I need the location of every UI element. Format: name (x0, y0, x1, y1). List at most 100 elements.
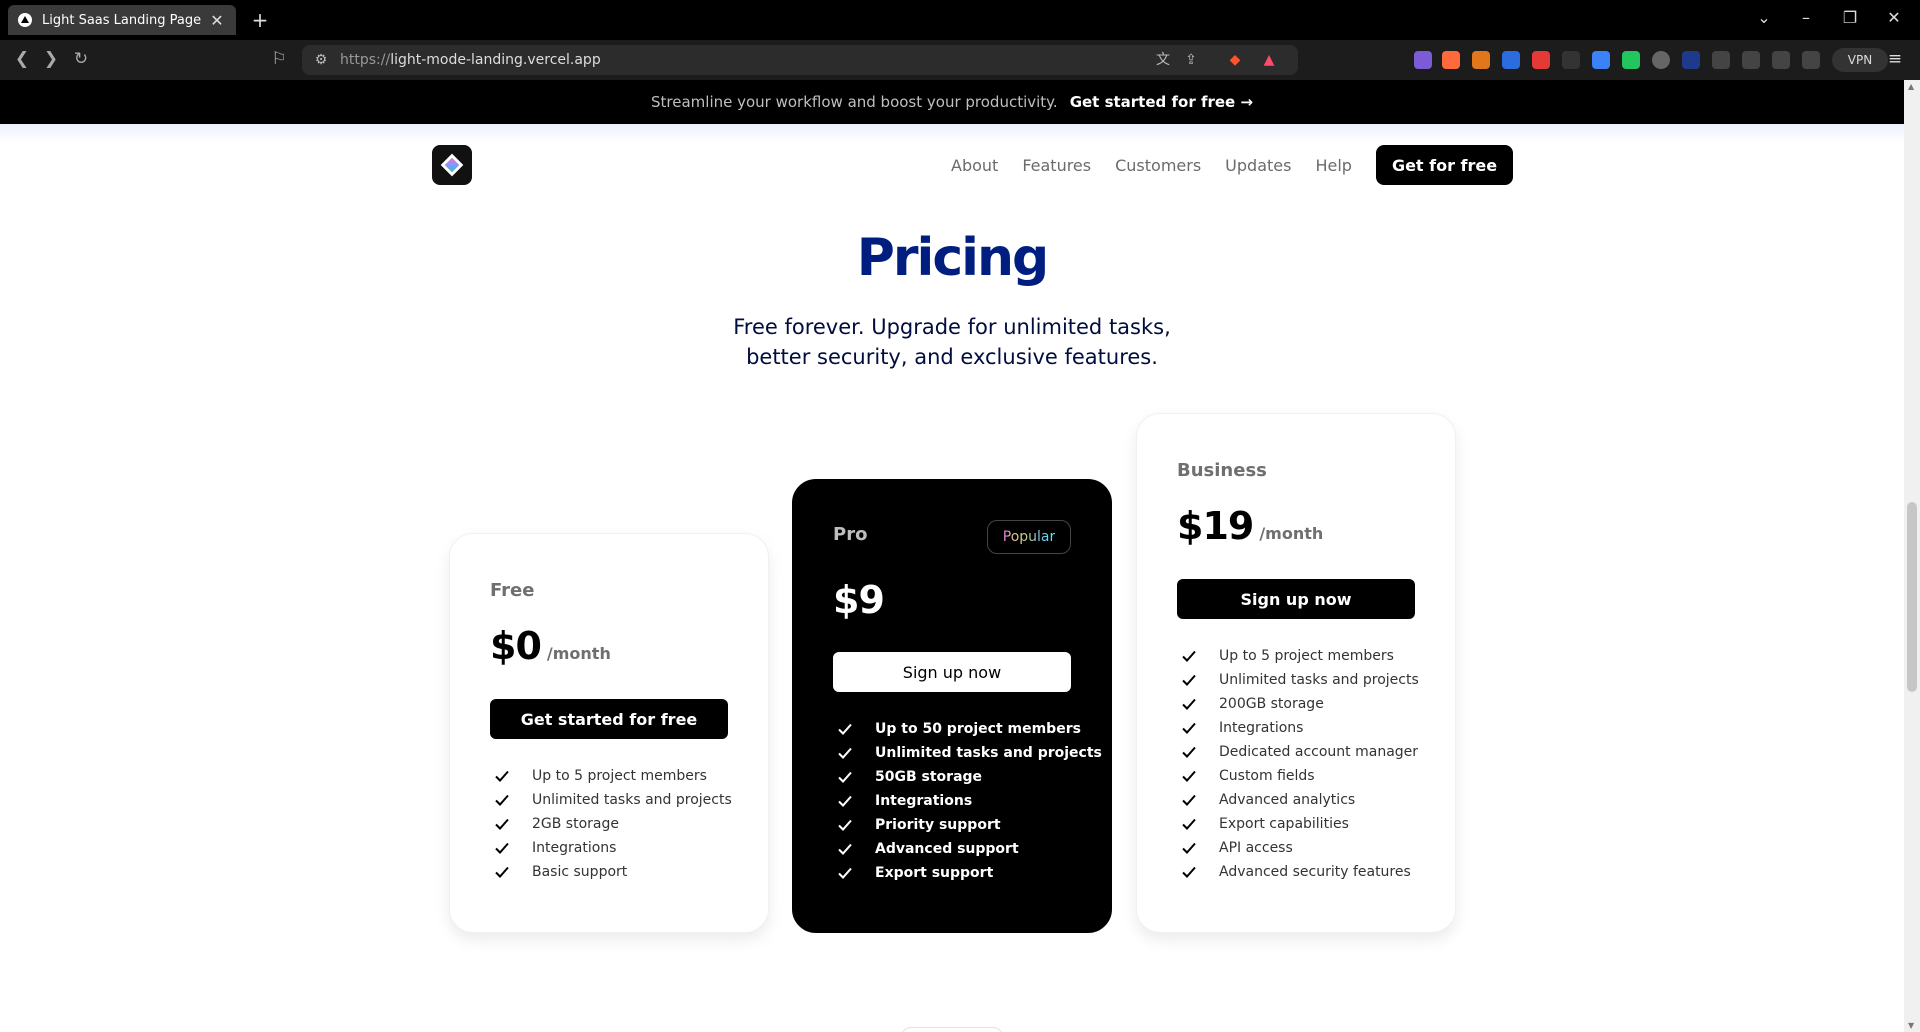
main-nav: About Features Customers Updates Help Ge… (951, 145, 1514, 185)
nav-link-help[interactable]: Help (1315, 156, 1351, 175)
feature-text: Unlimited tasks and projects (1219, 672, 1419, 688)
check-icon (838, 723, 852, 735)
brave-rewards-icon[interactable]: ▲ (1260, 51, 1278, 69)
get-started-button[interactable]: Get started for free (490, 699, 728, 739)
scroll-down-icon[interactable]: ▼ (1908, 1021, 1914, 1030)
check-icon (838, 747, 852, 759)
check-icon (838, 795, 852, 807)
address-bar[interactable]: ⚙ https://light-mode-landing.vercel.app … (302, 45, 1298, 75)
feature-text: Unlimited tasks and projects (532, 792, 732, 808)
check-icon (838, 867, 852, 879)
check-icon (1182, 722, 1196, 734)
nav-link-features[interactable]: Features (1022, 156, 1091, 175)
feature-text: Export capabilities (1219, 816, 1349, 832)
next-section-tag (901, 1027, 1003, 1032)
wallet-icon[interactable] (1772, 51, 1790, 69)
sidebar-icon[interactable] (1742, 51, 1760, 69)
feature-item: Advanced support (833, 837, 1102, 861)
vpn-button[interactable]: VPN (1832, 48, 1888, 72)
extension-icon[interactable] (1502, 51, 1520, 69)
extensions-puzzle-icon[interactable] (1712, 51, 1730, 69)
check-icon (495, 866, 509, 878)
plan-price: $19 (1177, 504, 1254, 548)
feature-item: Basic support (490, 860, 732, 884)
bookmark-icon[interactable]: ⚐ (268, 49, 290, 69)
plan-name: Business (1177, 460, 1267, 481)
site-favicon-icon (18, 13, 32, 27)
react-devtools-icon[interactable] (1592, 51, 1610, 69)
check-icon (495, 818, 509, 830)
minimize-icon[interactable]: – (1796, 8, 1816, 27)
feature-item: Integrations (490, 836, 732, 860)
extension-icon[interactable] (1562, 51, 1580, 69)
feature-text: 2GB storage (532, 816, 619, 832)
extension-icon[interactable] (1442, 51, 1460, 69)
feature-item: 50GB storage (833, 765, 1102, 789)
translate-icon[interactable]: 文 (1154, 51, 1172, 69)
feature-item: Advanced analytics (1177, 788, 1419, 812)
plan-price: $9 (833, 578, 885, 622)
feature-item: Export capabilities (1177, 812, 1419, 836)
extension-icon[interactable] (1414, 51, 1432, 69)
feature-item: Unlimited tasks and projects (1177, 668, 1419, 692)
feature-item: Unlimited tasks and projects (490, 788, 732, 812)
close-tab-icon[interactable]: ✕ (208, 11, 226, 30)
close-window-icon[interactable]: ✕ (1884, 8, 1904, 27)
scrollbar-thumb[interactable] (1907, 502, 1917, 692)
extension-icon[interactable] (1532, 51, 1550, 69)
tab-list-chevron-icon[interactable]: ⌄ (1754, 8, 1774, 27)
nav-link-updates[interactable]: Updates (1225, 156, 1291, 175)
check-icon (1182, 866, 1196, 878)
scroll-up-icon[interactable]: ▲ (1908, 82, 1914, 91)
sign-up-button[interactable]: Sign up now (1177, 579, 1415, 619)
feature-text: Up to 5 project members (532, 768, 707, 784)
new-tab-icon[interactable]: + (250, 8, 270, 32)
get-for-free-button[interactable]: Get for free (1375, 145, 1514, 185)
check-icon (495, 770, 509, 782)
feature-text: API access (1219, 840, 1293, 856)
feature-text: Integrations (532, 840, 617, 856)
check-icon (1182, 698, 1196, 710)
restore-icon[interactable]: ❐ (1840, 8, 1860, 27)
feature-list: Up to 50 project members Unlimited tasks … (833, 717, 1102, 885)
feature-item: Export support (833, 861, 1102, 885)
menu-icon[interactable]: ≡ (1884, 49, 1906, 69)
nav-link-about[interactable]: About (951, 156, 998, 175)
feature-text: Basic support (532, 864, 628, 880)
plan-name: Free (490, 580, 535, 601)
check-icon (1182, 674, 1196, 686)
banner-cta-link[interactable]: Get started for free → (1070, 93, 1253, 111)
check-icon (1182, 746, 1196, 758)
leo-ai-icon[interactable] (1802, 51, 1820, 69)
nav-link-customers[interactable]: Customers (1115, 156, 1201, 175)
feature-text: 200GB storage (1219, 696, 1324, 712)
pricing-card-free: Free $0 /month Get started for free Up t… (449, 533, 769, 933)
feature-item: Custom fields (1177, 764, 1419, 788)
check-icon (495, 794, 509, 806)
extension-icon[interactable] (1682, 51, 1700, 69)
metamask-icon[interactable] (1472, 51, 1490, 69)
sign-up-button[interactable]: Sign up now (833, 652, 1071, 692)
price-row: $19 /month (1177, 504, 1323, 548)
check-icon (838, 843, 852, 855)
price-period: /month (1259, 524, 1324, 543)
page-scrollbar[interactable]: ▲ ▼ (1904, 80, 1920, 1032)
logo-icon[interactable] (432, 145, 472, 185)
forward-icon[interactable]: ❯ (40, 49, 62, 69)
price-period: /month (546, 644, 611, 663)
check-icon (838, 771, 852, 783)
share-icon[interactable]: ⇪ (1182, 51, 1200, 69)
extension-icon[interactable] (1622, 51, 1640, 69)
feature-text: Integrations (875, 793, 973, 809)
back-icon[interactable]: ❮ (11, 49, 33, 69)
check-icon (1182, 650, 1196, 662)
extension-icon[interactable] (1652, 51, 1670, 69)
feature-text: Up to 5 project members (1219, 648, 1394, 664)
site-settings-icon[interactable]: ⚙ (312, 51, 330, 69)
brave-shields-icon[interactable]: ◆ (1226, 51, 1244, 69)
page-viewport: Streamline your workflow and boost your … (0, 80, 1904, 1032)
pricing-title: Pricing (856, 228, 1049, 288)
feature-text: Integrations (1219, 720, 1304, 736)
reload-icon[interactable]: ↻ (70, 49, 92, 69)
browser-tab[interactable]: Light Saas Landing Page ✕ (8, 5, 236, 35)
